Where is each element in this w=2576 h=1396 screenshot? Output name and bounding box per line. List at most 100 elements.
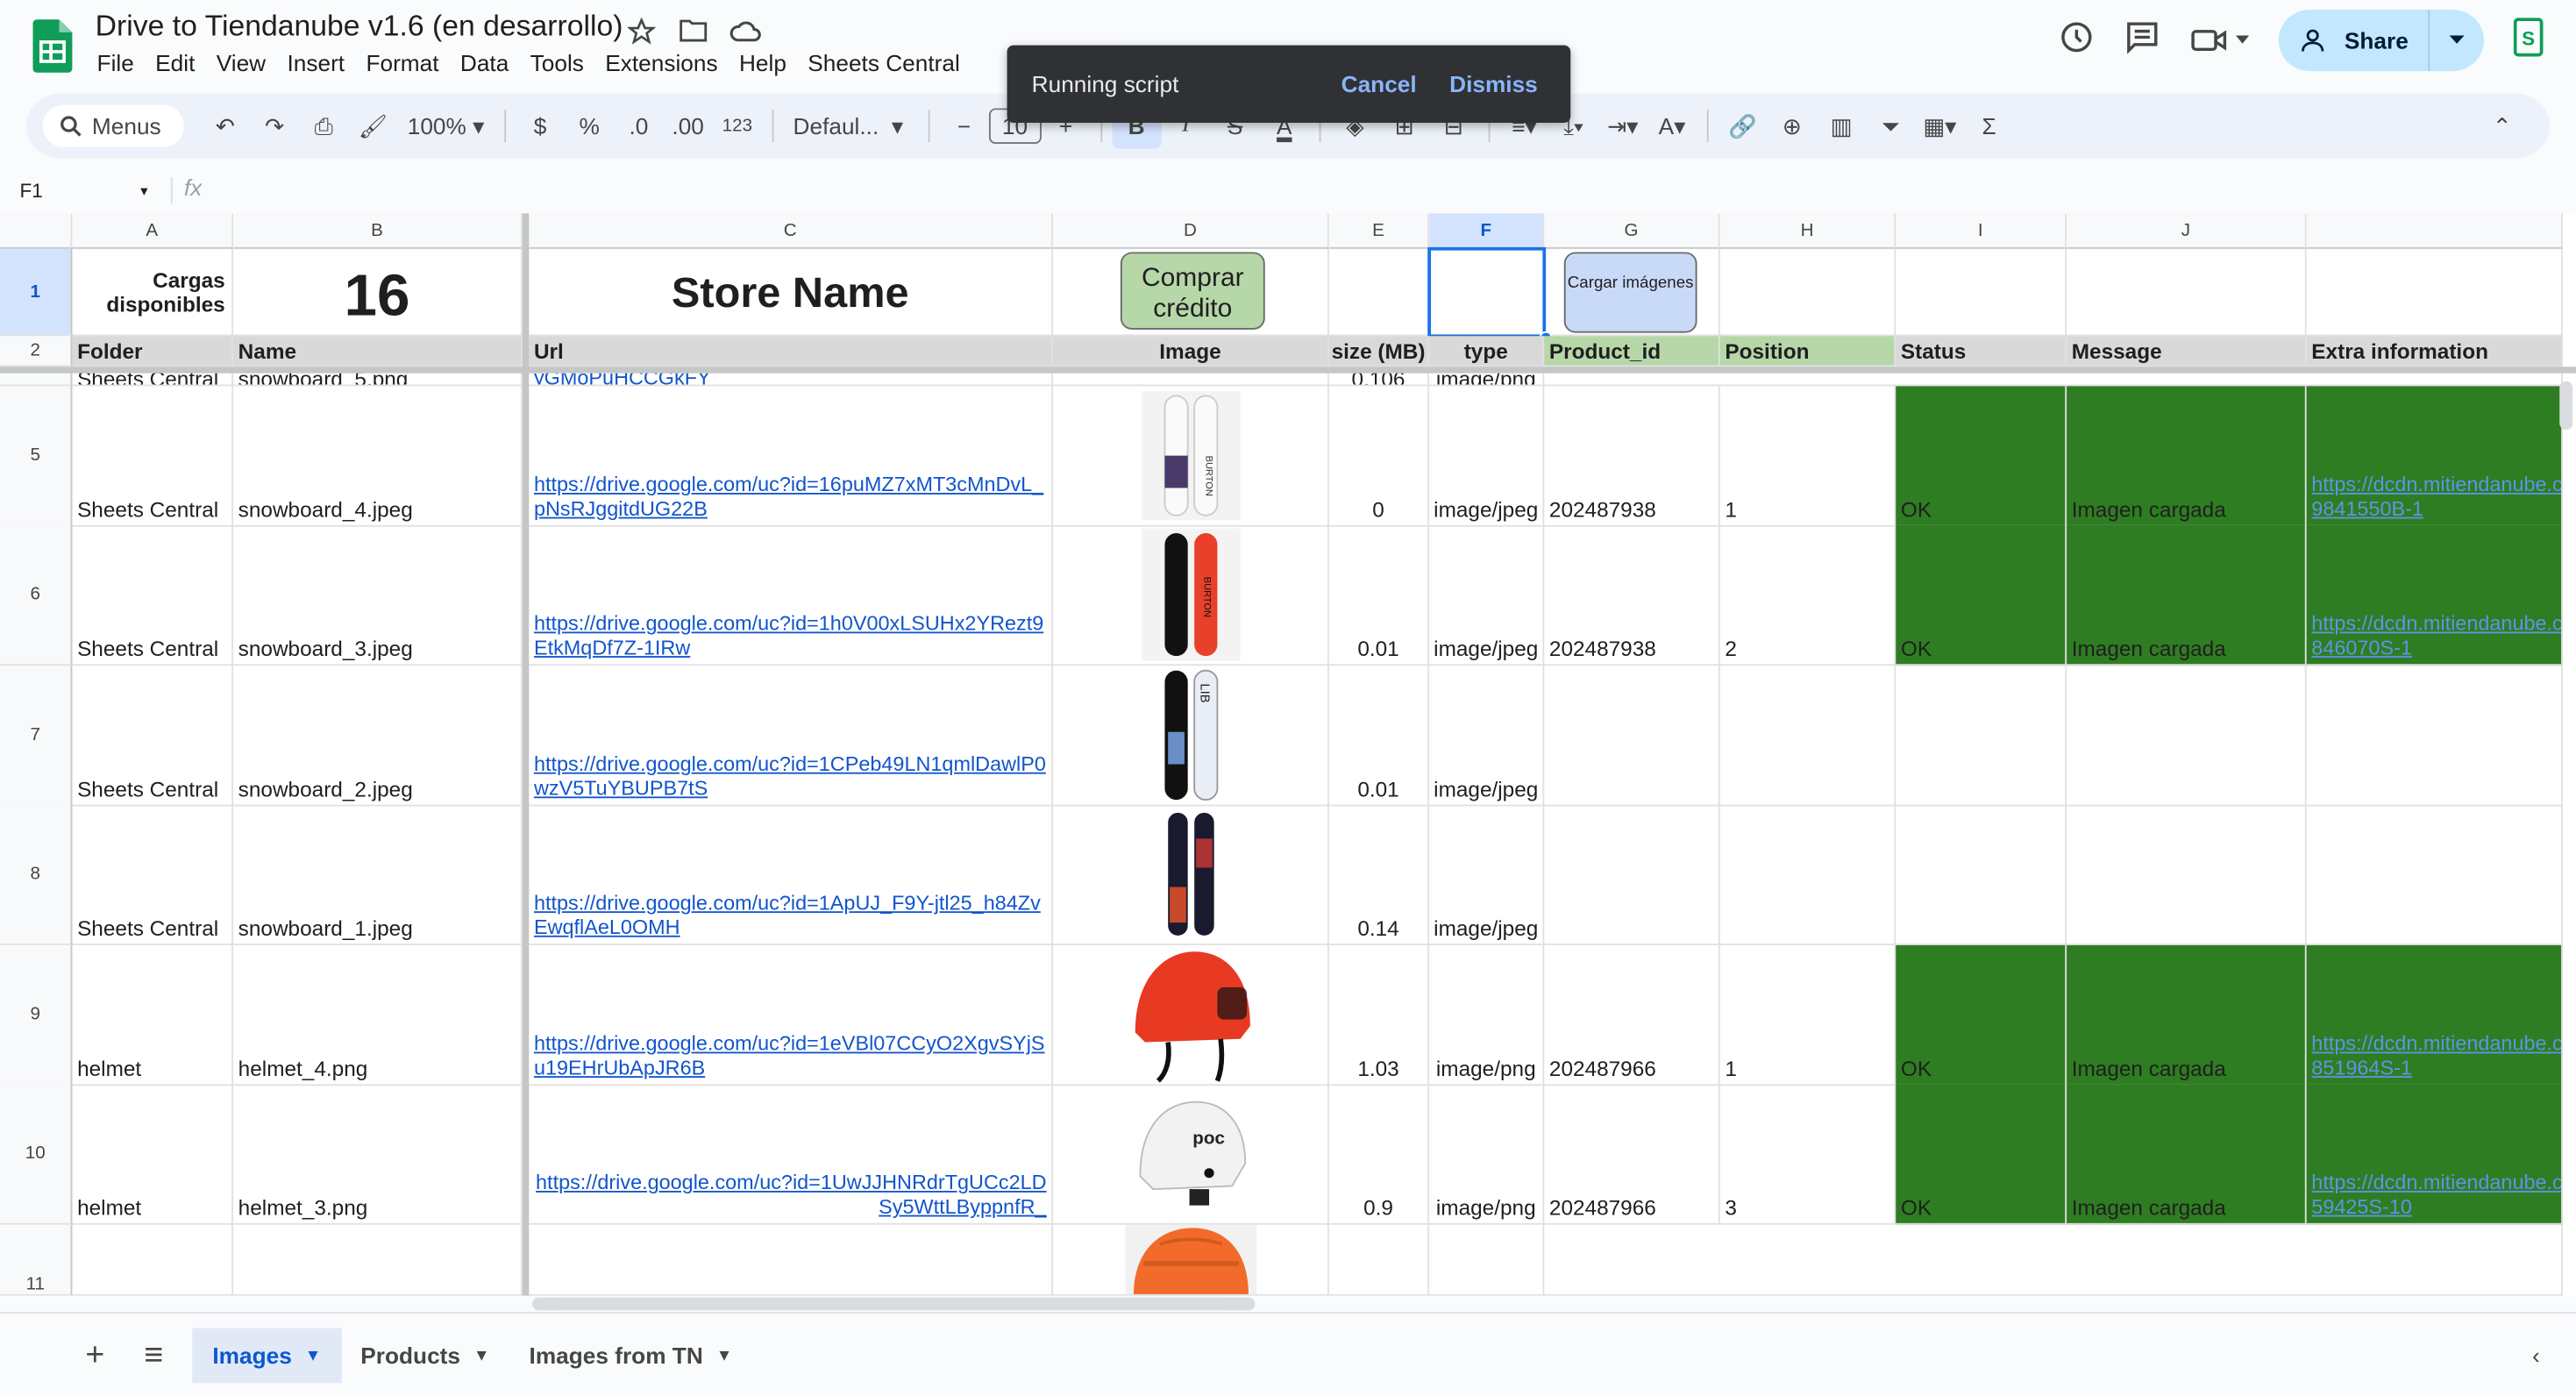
sheets-logo-icon[interactable] <box>32 19 73 73</box>
row9-type-cell[interactable]: image/png <box>1429 944 1545 1086</box>
frozen-column-divider[interactable] <box>522 213 530 1296</box>
row6-extra-cell[interactable]: https://dcdn.mitiendanube.com/stores/a09… <box>2306 524 2563 666</box>
text-rotation-icon[interactable]: A▾ <box>1647 103 1697 149</box>
row10-message-cell[interactable]: Imagen cargada <box>2067 1084 2307 1225</box>
header-folder[interactable]: Folder <box>72 336 234 367</box>
row7-image-cell[interactable]: LIB <box>1053 666 1329 807</box>
vertical-scrollbar[interactable] <box>2559 381 2573 431</box>
menu-edit[interactable]: Edit <box>155 50 206 75</box>
row5-size-cell[interactable]: 0 <box>1328 386 1430 527</box>
row7-product_id-cell[interactable] <box>1544 666 1720 807</box>
share-dropdown-icon[interactable] <box>2430 35 2484 46</box>
extra-info-link[interactable]: https://dcdn.mitiendanube.com/stores/e39… <box>2311 1172 2561 1220</box>
row10-status-cell[interactable]: OK <box>1896 1084 2067 1225</box>
star-icon[interactable] <box>624 15 657 47</box>
decrease-decimal-button[interactable]: .0 <box>614 103 663 149</box>
all-sheets-icon[interactable]: ≡ <box>125 1328 183 1384</box>
cargas-count-cell[interactable]: 16 <box>233 248 523 337</box>
extra-info-link[interactable]: https://dcdn.mitiendanube.com/stores/a09… <box>2311 612 2561 660</box>
row-header-8[interactable]: 8 <box>0 804 73 945</box>
select-all-corner[interactable] <box>0 213 73 249</box>
row9-url-cell[interactable]: https://drive.google.com/uc?id=1eVBl07CC… <box>529 944 1054 1086</box>
decrease-font-size-icon[interactable]: − <box>939 103 988 149</box>
currency-format-button[interactable]: $ <box>516 103 565 149</box>
row-header-11[interactable]: 11 <box>0 1224 73 1296</box>
header-size[interactable]: size (MB) <box>1328 336 1430 367</box>
row7-size-cell[interactable]: 0.01 <box>1328 666 1430 807</box>
filter-icon[interactable]: ⏷ <box>1866 103 1915 149</box>
partial-folder[interactable]: Sheets Central <box>72 373 234 387</box>
header-extra[interactable]: Extra information <box>2306 336 2563 367</box>
drive-url-link[interactable]: https://drive.google.com/uc?id=1eVBl07CC… <box>534 1032 1047 1080</box>
menu-insert[interactable]: Insert <box>287 50 356 75</box>
partial-size[interactable]: 0.106 <box>1328 373 1430 387</box>
row9-extra-cell[interactable]: https://dcdn.mitiendanube.com/stores/5e2… <box>2306 944 2563 1086</box>
row5-position-cell[interactable]: 1 <box>1719 386 1896 527</box>
chevron-down-icon[interactable]: ▼ <box>716 1347 733 1364</box>
row6-position-cell[interactable]: 2 <box>1719 524 1896 666</box>
row6-url-cell[interactable]: https://drive.google.com/uc?id=1h0V00xLS… <box>529 524 1054 666</box>
menu-tools[interactable]: Tools <box>530 50 595 75</box>
chevron-down-icon[interactable]: ▼ <box>305 1347 322 1364</box>
row7-message-cell[interactable] <box>2067 666 2307 807</box>
name-box-dropdown-icon[interactable]: ▾ <box>140 182 147 199</box>
zoom-select[interactable]: 100% ▾ <box>397 103 494 149</box>
partial-name[interactable]: snowboard_5.png <box>233 373 523 387</box>
column-header-g[interactable]: G <box>1544 213 1720 249</box>
partial-rest[interactable] <box>1544 373 2563 387</box>
row11-folder[interactable] <box>72 1224 234 1296</box>
cargas-label-cell[interactable]: Cargas disponibles <box>72 248 234 337</box>
row7-url-cell[interactable]: https://drive.google.com/uc?id=1CPeb49LN… <box>529 666 1054 807</box>
row8-message-cell[interactable] <box>2067 804 2307 945</box>
column-header-k[interactable] <box>2306 213 2563 249</box>
row11-type[interactable] <box>1429 1224 1545 1296</box>
cancel-button[interactable]: Cancel <box>1341 71 1417 96</box>
header-message[interactable]: Message <box>2067 336 2307 367</box>
menu-view[interactable]: View <box>217 50 278 75</box>
row-header-6[interactable]: 6 <box>0 524 73 666</box>
insert-link-icon[interactable]: 🔗 <box>1718 103 1767 149</box>
drive-url-link[interactable]: https://drive.google.com/uc?id=1h0V00xLS… <box>534 612 1047 660</box>
row8-image-cell[interactable] <box>1053 804 1329 945</box>
spreadsheet-grid[interactable]: A B C D E F G H I J 1 Cargas disponibles… <box>0 213 2576 1296</box>
row8-product_id-cell[interactable] <box>1544 804 1720 945</box>
row5-folder-cell[interactable]: Sheets Central <box>72 386 234 527</box>
j1-cell[interactable] <box>2067 248 2307 337</box>
e1-cell[interactable] <box>1328 248 1430 337</box>
paint-format-icon[interactable]: 🖌 <box>348 103 397 149</box>
row6-size-cell[interactable]: 0.01 <box>1328 524 1430 666</box>
drive-url-link[interactable]: https://drive.google.com/uc?id=1UwJJHNRd… <box>534 1172 1047 1220</box>
more-formats-button[interactable]: 123 <box>713 103 762 149</box>
row5-product_id-cell[interactable]: 202487938 <box>1544 386 1720 527</box>
header-status[interactable]: Status <box>1896 336 2067 367</box>
name-box[interactable]: F1 ▾ <box>0 171 164 210</box>
header-image[interactable]: Image <box>1053 336 1329 367</box>
row11-image[interactable] <box>1053 1224 1329 1296</box>
collapse-toolbar-icon[interactable]: ⌃ <box>2478 103 2527 149</box>
extra-info-link[interactable] <box>2311 753 2561 801</box>
meet-icon[interactable] <box>2190 25 2250 57</box>
cloud-status-icon[interactable] <box>729 15 762 47</box>
row11-size[interactable] <box>1328 1224 1430 1296</box>
row7-extra-cell[interactable] <box>2306 666 2563 807</box>
row8-url-cell[interactable]: https://drive.google.com/uc?id=1ApUJ_F9Y… <box>529 804 1054 945</box>
store-name-cell[interactable]: Store Name <box>529 248 1054 337</box>
cargar-imagenes-button[interactable]: Cargar imágenes <box>1563 252 1697 333</box>
menu-help[interactable]: Help <box>739 50 798 75</box>
text-wrapping-icon[interactable]: ⇥▾ <box>1598 103 1647 149</box>
row6-status-cell[interactable]: OK <box>1896 524 2067 666</box>
row8-extra-cell[interactable] <box>2306 804 2563 945</box>
tab-products[interactable]: Products ▼ <box>341 1328 509 1384</box>
comments-icon[interactable] <box>2124 18 2160 62</box>
functions-icon[interactable]: Σ <box>1965 103 2014 149</box>
row5-extra-cell[interactable]: https://dcdn.mitiendanube.com/stores/4c4… <box>2306 386 2563 527</box>
row9-product_id-cell[interactable]: 202487966 <box>1544 944 1720 1086</box>
row-header-10[interactable]: 10 <box>0 1084 73 1225</box>
column-header-i[interactable]: I <box>1896 213 2067 249</box>
row10-size-cell[interactable]: 0.9 <box>1328 1084 1430 1225</box>
row11-url[interactable] <box>529 1224 1054 1296</box>
row9-name-cell[interactable]: helmet_4.png <box>233 944 523 1086</box>
partial-type[interactable]: image/png <box>1429 373 1545 387</box>
redo-icon[interactable]: ↷ <box>250 103 299 149</box>
row5-status-cell[interactable]: OK <box>1896 386 2067 527</box>
